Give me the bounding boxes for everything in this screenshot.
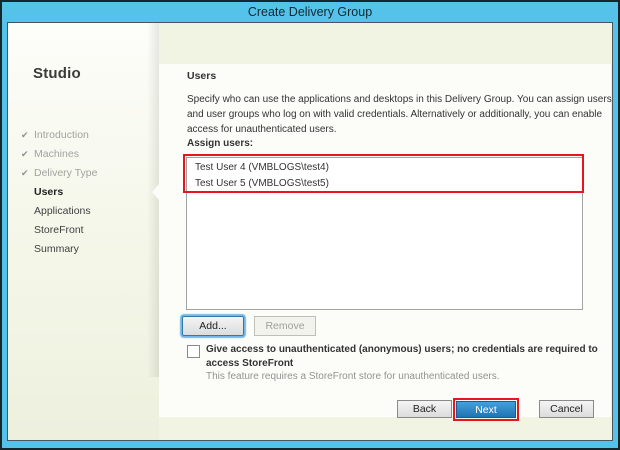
next-button[interactable]: Next xyxy=(456,401,516,418)
step-label: Summary xyxy=(34,243,79,255)
sidebar-step-users[interactable]: Users xyxy=(21,183,153,202)
sidebar-step-storefront[interactable]: StoreFront xyxy=(21,221,153,240)
step-label: StoreFront xyxy=(34,224,84,236)
back-button[interactable]: Back xyxy=(397,400,452,418)
user-list-item[interactable]: Test User 5 (VMBLOGS\test5) xyxy=(187,176,582,192)
unauthenticated-checkbox[interactable] xyxy=(187,345,200,358)
step-label: Machines xyxy=(34,148,79,160)
content-panel: Users Specify who can use the applicatio… xyxy=(159,64,611,417)
storefront-note: This feature requires a StoreFront store… xyxy=(206,371,500,382)
step-label: Delivery Type xyxy=(34,167,97,179)
step-check-icon: ✔ xyxy=(21,145,34,164)
unauthenticated-checkbox-label[interactable]: Give access to unauthenticated (anonymou… xyxy=(206,343,604,370)
add-button[interactable]: Add... xyxy=(182,316,244,336)
sidebar-step-summary[interactable]: Summary xyxy=(21,240,153,259)
annotation-highlight-next: Next xyxy=(453,398,519,421)
dialog-body: Studio ✔Introduction✔Machines✔Delivery T… xyxy=(7,22,613,441)
page-title: Users xyxy=(187,70,216,82)
remove-button[interactable]: Remove xyxy=(254,316,316,336)
page-description: Specify who can use the applications and… xyxy=(187,92,613,137)
window-titlebar[interactable]: Create Delivery Group xyxy=(2,2,618,22)
assign-users-label: Assign users: xyxy=(187,138,253,149)
step-label: Introduction xyxy=(34,129,89,141)
sidebar-step-applications[interactable]: Applications xyxy=(21,202,153,221)
step-check-icon: ✔ xyxy=(21,126,34,145)
cancel-button[interactable]: Cancel xyxy=(539,400,594,418)
assigned-users-list[interactable]: Test User 4 (VMBLOGS\test4)Test User 5 (… xyxy=(186,157,583,310)
current-step-pointer xyxy=(152,184,159,200)
sidebar-step-delivery-type[interactable]: ✔Delivery Type xyxy=(21,164,153,183)
step-label: Applications xyxy=(34,205,91,217)
wizard-steps: ✔Introduction✔Machines✔Delivery TypeUser… xyxy=(21,126,153,259)
user-list-item[interactable]: Test User 4 (VMBLOGS\test4) xyxy=(187,160,582,176)
step-check-icon: ✔ xyxy=(21,164,34,183)
window-title: Create Delivery Group xyxy=(248,5,372,19)
wizard-sidebar: Studio ✔Introduction✔Machines✔Delivery T… xyxy=(8,23,159,440)
sidebar-step-introduction[interactable]: ✔Introduction xyxy=(21,126,153,145)
create-delivery-group-window: Create Delivery Group Studio ✔Introducti… xyxy=(0,0,620,450)
studio-logo: Studio xyxy=(33,65,81,82)
step-label: Users xyxy=(34,186,63,198)
sidebar-step-machines[interactable]: ✔Machines xyxy=(21,145,153,164)
